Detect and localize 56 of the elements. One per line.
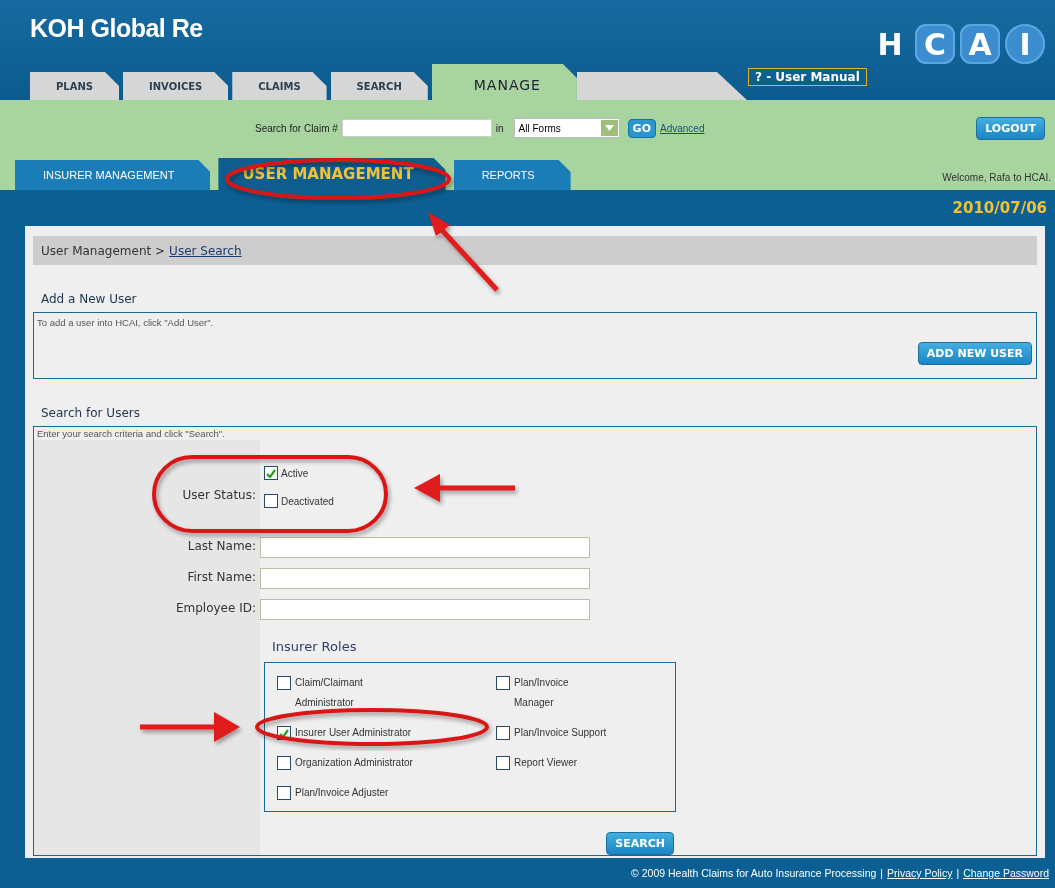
checkbox[interactable]	[496, 676, 510, 690]
instruction-text: Enter your search criteria and click "Search".	[36, 427, 226, 440]
checkbox[interactable]	[496, 756, 510, 770]
checkbox[interactable]	[277, 676, 291, 690]
checkbox[interactable]	[264, 466, 278, 480]
input-field[interactable]	[260, 599, 590, 620]
logo-letter: I	[1005, 24, 1045, 64]
site-title: KOH Global Re	[30, 14, 203, 43]
sub-tab[interactable]: INSURER MANAGEMENT	[15, 160, 211, 190]
field-label: First Name:	[187, 570, 256, 584]
welcome-text: Welcome, Rafa to HCAI.	[942, 171, 1051, 183]
nav-tab[interactable]: CLAIMS	[232, 72, 327, 100]
section-heading: Search for Users	[40, 405, 141, 422]
field-label: Employee ID:	[175, 601, 256, 615]
roles-heading: Insurer Roles	[271, 638, 358, 656]
field-label: Last Name:	[187, 539, 256, 553]
checkbox[interactable]	[264, 494, 278, 508]
instruction-text: To add a user into HCAI, click "Add User".	[36, 316, 215, 331]
logo-letter: C	[915, 24, 955, 64]
checkbox[interactable]	[277, 786, 291, 800]
forms-dropdown[interactable]: All Forms	[513, 118, 620, 138]
checkbox-label: Claim/Claimant Administrator	[295, 676, 364, 710]
checkbox-label: Report Viewer	[514, 756, 579, 770]
footer-link[interactable]: Change Password	[963, 867, 1049, 879]
search-label: Search for Claim #	[255, 122, 338, 134]
user-manual-link[interactable]: ? - User Manual	[748, 68, 867, 86]
checkbox[interactable]	[496, 726, 510, 740]
breadcrumb-text: User Management >	[41, 243, 166, 258]
copyright-text: © 2009 Health Claims for Auto Insurance Processing	[631, 867, 877, 879]
checkbox-label: Deactivated	[281, 495, 334, 507]
separator-text: |	[880, 867, 884, 879]
field-label: User Status:	[182, 488, 256, 502]
input-field[interactable]	[260, 568, 590, 589]
checkbox-label: Active	[281, 467, 309, 479]
input-field[interactable]	[260, 537, 590, 558]
advanced-link[interactable]: Advanced	[660, 122, 705, 134]
date-text: 2010/07/06	[952, 199, 1047, 217]
nav-tab[interactable]: PLANS	[30, 72, 119, 100]
checkbox-label: Plan/Invoice Support	[514, 726, 608, 740]
checkbox-label: Insurer User Administrator	[295, 726, 413, 740]
checkbox[interactable]	[277, 756, 291, 770]
nav-tab[interactable]: MANAGE	[431, 64, 577, 100]
section-heading: Add a New User	[40, 291, 138, 309]
nav-tab[interactable]: SEARCH	[330, 72, 428, 100]
checkbox-label: Plan/Invoice Manager	[514, 676, 570, 710]
footer-link[interactable]: Privacy Policy	[887, 867, 953, 879]
checkbox-label: Organization Administrator	[295, 756, 414, 770]
claim-search-field[interactable]	[341, 119, 492, 137]
nav-tab[interactable]: INVOICES	[123, 72, 229, 100]
checkbox-label: Plan/Invoice Adjuster	[295, 786, 390, 800]
logo-letter: A	[960, 24, 1000, 64]
separator-text: |	[956, 867, 960, 879]
sub-tab[interactable]: REPORTS	[453, 160, 571, 190]
logo-letter: H	[876, 25, 904, 64]
breadcrumb-link[interactable]: User Search	[169, 243, 242, 258]
in-label: in	[495, 122, 504, 134]
